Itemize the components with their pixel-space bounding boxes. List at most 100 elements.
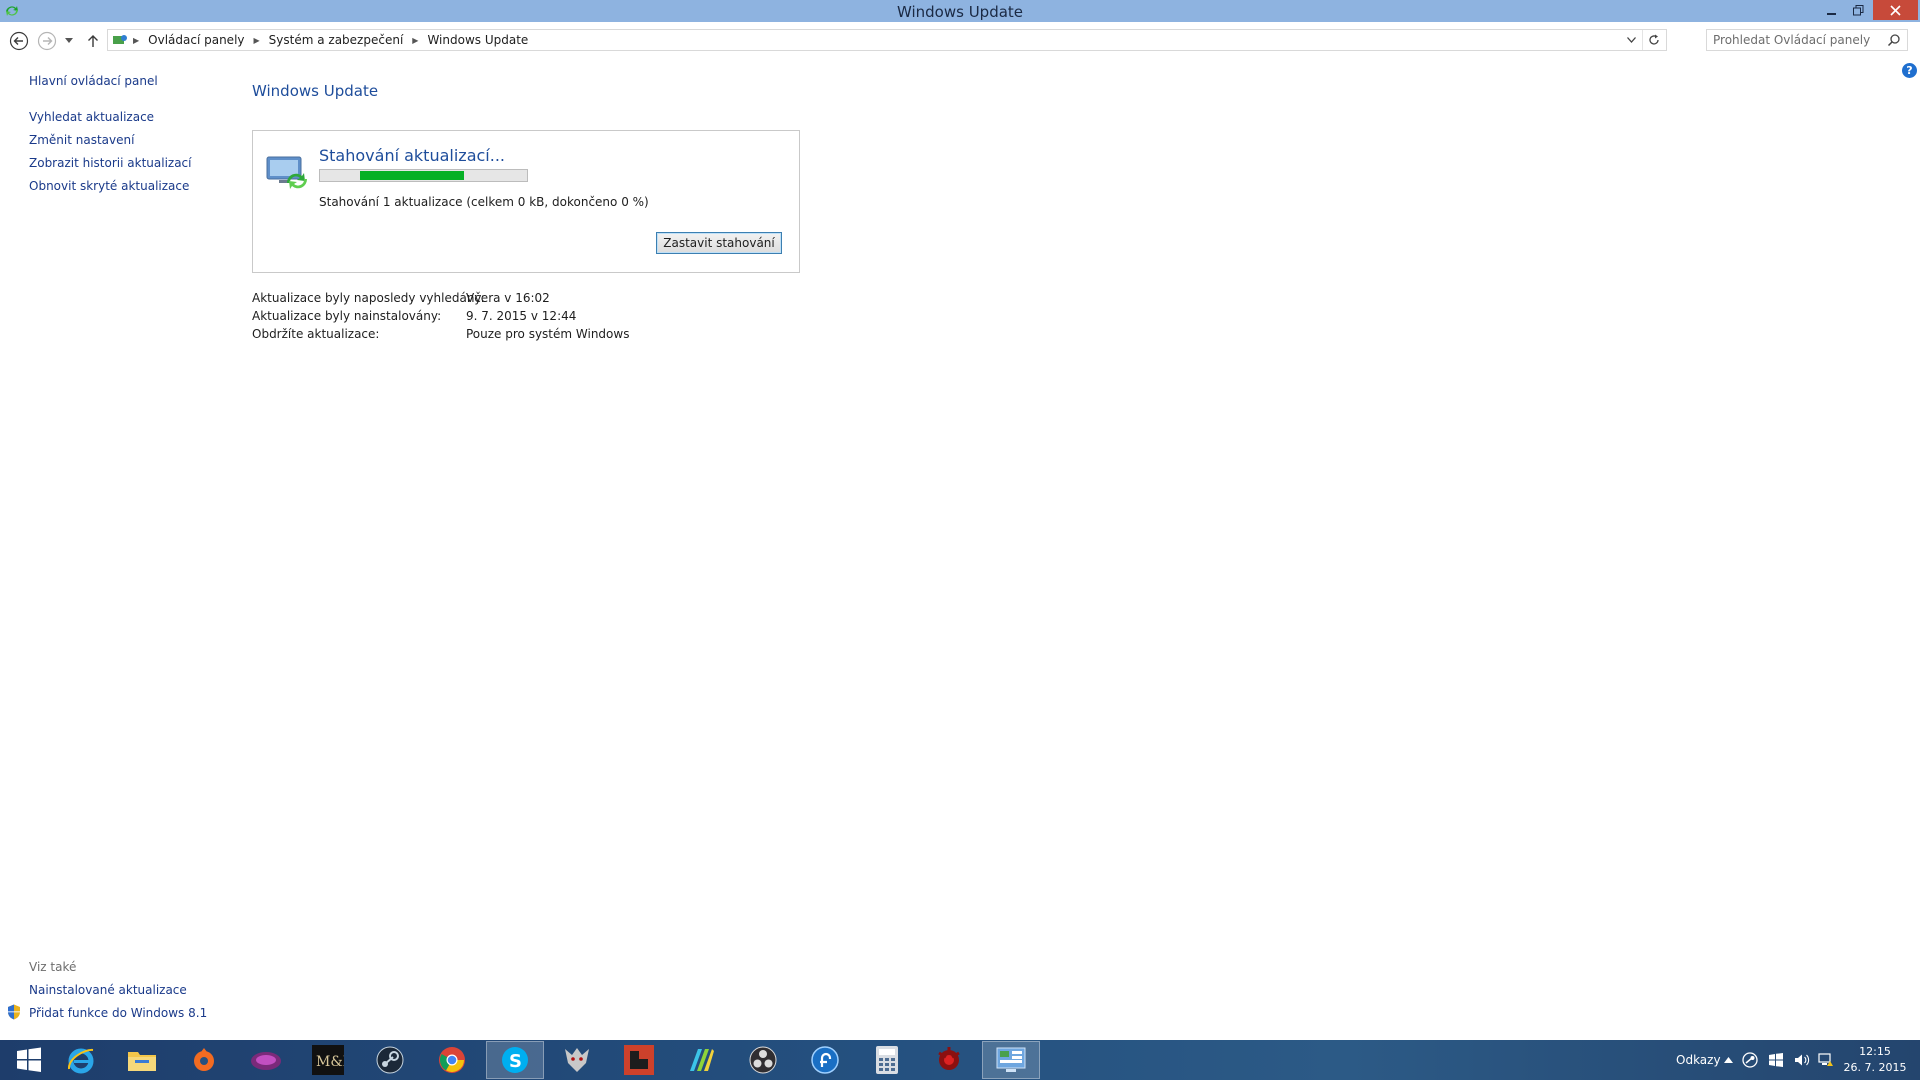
network-icon: [1818, 1053, 1833, 1066]
breadcrumb-system-security[interactable]: Systém a zabezpečení: [263, 33, 410, 47]
obs-button[interactable]: [734, 1041, 792, 1079]
download-progress-bar: [319, 169, 528, 182]
search-icon[interactable]: [1887, 33, 1901, 47]
breadcrumb-separator-icon[interactable]: ▶: [409, 36, 421, 45]
game-icon: [251, 1052, 281, 1070]
info-value: 9. 7. 2015 v 12:44: [466, 309, 577, 323]
tray-windows-flag[interactable]: [1769, 1040, 1783, 1080]
link-change-settings[interactable]: Změnit nastavení: [29, 133, 134, 147]
link-view-update-history[interactable]: Zobrazit historii aktualizací: [29, 156, 192, 170]
control-panel-button[interactable]: [982, 1041, 1040, 1079]
refresh-button[interactable]: [1642, 30, 1664, 50]
help-icon[interactable]: ?: [1902, 63, 1917, 78]
clock-date: 26. 7. 2015: [1843, 1061, 1907, 1074]
up-button[interactable]: [84, 30, 102, 52]
info-label: Obdržíte aktualizace:: [252, 327, 380, 341]
tray-steam[interactable]: [1742, 1040, 1758, 1080]
forward-button[interactable]: [36, 30, 58, 52]
link-check-for-updates[interactable]: Vyhledat aktualizace: [29, 110, 154, 124]
svg-text:M&B: M&B: [316, 1054, 344, 1070]
back-button[interactable]: [8, 30, 30, 52]
info-value: Pouze pro systém Windows: [466, 327, 630, 341]
see-also-label: Viz také: [29, 960, 77, 974]
address-bar[interactable]: ▶ Ovládací panely ▶ Systém a zabezpečení…: [107, 29, 1667, 51]
progress-fill: [360, 171, 464, 180]
link-installed-updates[interactable]: Nainstalované aktualizace: [29, 983, 187, 997]
witcher-button[interactable]: [548, 1041, 606, 1079]
calculator-button[interactable]: [858, 1041, 916, 1079]
show-hidden-icons-button[interactable]: [1724, 1040, 1733, 1080]
game-icon: [938, 1047, 960, 1070]
rust-button[interactable]: [610, 1041, 668, 1079]
forward-arrow-icon: [37, 31, 57, 51]
control-panel-icon: [996, 1047, 1026, 1072]
minimize-icon: [1827, 13, 1836, 15]
windows-update-icon: [266, 156, 308, 189]
obs-icon: [749, 1046, 777, 1074]
app-button[interactable]: [796, 1041, 854, 1079]
chevron-up-icon: [1724, 1057, 1733, 1063]
restore-button[interactable]: [1845, 0, 1871, 20]
file-explorer-icon[interactable]: [113, 1041, 171, 1079]
windows-logo-icon: [1769, 1053, 1783, 1067]
mount-and-blade-button[interactable]: M&B: [299, 1041, 357, 1079]
app-icon: [811, 1046, 839, 1074]
info-label: Aktualizace byly naposledy vyhledány:: [252, 291, 485, 305]
update-status-panel: Stahování aktualizací... Stahování 1 akt…: [252, 130, 800, 273]
taskbar-clock[interactable]: 12:15 26. 7. 2015: [1840, 1044, 1910, 1076]
rust-icon: [624, 1045, 654, 1075]
windows-logo-icon: [17, 1047, 41, 1072]
mount-and-blade-icon: M&B: [312, 1045, 344, 1075]
up-arrow-icon: [88, 35, 98, 47]
internet-explorer-icon[interactable]: [52, 1041, 110, 1079]
breadcrumb-separator-icon[interactable]: ▶: [251, 36, 263, 45]
recent-locations-button[interactable]: [62, 30, 76, 52]
info-value: Včera v 16:02: [466, 291, 550, 305]
game-app-button[interactable]: [920, 1041, 978, 1079]
chrome-icon: [439, 1047, 465, 1073]
close-button[interactable]: [1873, 0, 1918, 20]
game-app-button[interactable]: [237, 1041, 295, 1079]
link-control-panel-home[interactable]: Hlavní ovládací panel: [29, 74, 158, 88]
title-bar: Windows Update: [0, 0, 1920, 22]
volume-icon: [1795, 1054, 1810, 1066]
search-input[interactable]: [1713, 32, 1883, 48]
origin-icon[interactable]: [175, 1041, 233, 1079]
steam-button[interactable]: [361, 1041, 419, 1079]
origin-icon: [194, 1048, 214, 1071]
link-restore-hidden-updates[interactable]: Obnovit skryté aktualizace: [29, 179, 189, 193]
skype-icon: S: [502, 1047, 528, 1073]
stop-download-button[interactable]: Zastavit stahování: [656, 232, 782, 254]
links-toolbar-label[interactable]: Odkazy: [1676, 1053, 1721, 1067]
address-dropdown-button[interactable]: [1622, 30, 1640, 50]
status-text: Stahování 1 aktualizace (celkem 0 kB, do…: [319, 195, 649, 209]
window-title: Windows Update: [896, 3, 1024, 21]
links-toolbar[interactable]: Odkazy: [1676, 1040, 1721, 1080]
app-button[interactable]: [672, 1041, 730, 1079]
info-label: Aktualizace byly nainstalovány:: [252, 309, 442, 323]
restore-icon: [1852, 4, 1863, 15]
witcher-icon: [565, 1048, 589, 1072]
clock-time: 12:15: [1859, 1045, 1891, 1058]
skype-button[interactable]: S: [486, 1041, 544, 1079]
internet-explorer-icon: [68, 1048, 94, 1074]
shield-icon: [8, 1004, 20, 1020]
link-add-features[interactable]: Přidat funkce do Windows 8.1: [29, 1006, 207, 1020]
steam-icon: [1742, 1052, 1758, 1068]
app-icon: [690, 1049, 714, 1071]
search-box[interactable]: [1706, 29, 1908, 51]
page-title: Windows Update: [252, 82, 379, 100]
breadcrumb-separator-icon[interactable]: ▶: [130, 36, 142, 45]
breadcrumb-control-panel[interactable]: Ovládací panely: [142, 33, 250, 47]
start-button[interactable]: [0, 1041, 58, 1079]
chevron-down-icon: [65, 38, 73, 43]
status-title: Stahování aktualizací...: [319, 146, 505, 165]
breadcrumb-windows-update[interactable]: Windows Update: [421, 33, 534, 47]
tray-volume[interactable]: [1794, 1040, 1810, 1080]
minimize-button[interactable]: [1819, 0, 1845, 20]
refresh-icon: [1648, 34, 1659, 45]
chrome-button[interactable]: [423, 1041, 481, 1079]
tray-network[interactable]: [1818, 1040, 1834, 1080]
chevron-down-icon: [1626, 37, 1636, 43]
navigation-bar: ▶ Ovládací panely ▶ Systém a zabezpečení…: [0, 26, 1920, 56]
